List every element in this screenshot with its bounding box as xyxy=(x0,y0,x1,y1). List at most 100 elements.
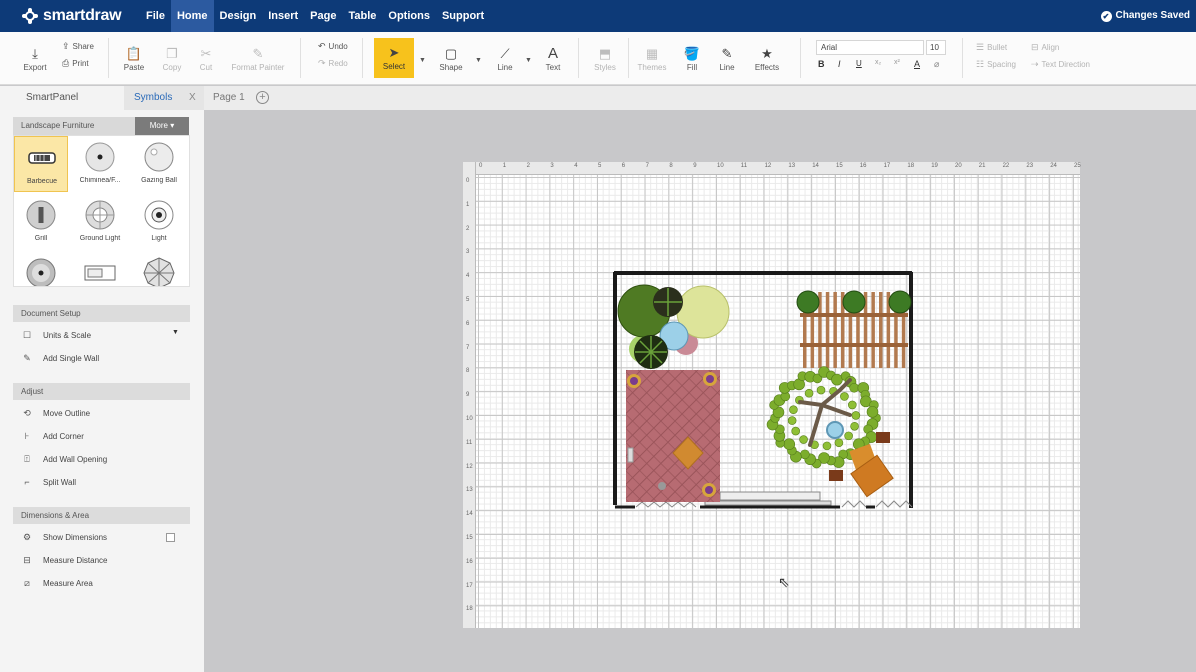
copy-button[interactable]: ❐ Copy xyxy=(157,32,187,85)
menu-insert[interactable]: Insert xyxy=(262,0,304,32)
measure-area-item[interactable]: ⧄ Measure Area xyxy=(20,576,93,590)
smart-panel: Landscape Furniture More ▾ Barbecue Chim… xyxy=(0,110,204,672)
ruler-tick-label: 18 xyxy=(466,606,473,613)
symbol-lamp[interactable] xyxy=(14,252,68,286)
ruler-tick-label: 21 xyxy=(978,163,986,169)
menu-home[interactable]: Home xyxy=(170,0,214,32)
ruler-tick-label: 0 xyxy=(479,163,483,169)
font-color-button[interactable]: A xyxy=(914,59,920,69)
units-scale-item[interactable]: ☐ Units & Scale xyxy=(20,328,91,342)
symbol-gazing-ball[interactable]: Gazing Ball xyxy=(132,136,186,192)
italic-button[interactable]: I xyxy=(838,59,841,69)
spacing-label: Spacing xyxy=(987,60,1016,69)
text-button[interactable]: A Text xyxy=(540,32,566,85)
line-icon: ⟋ xyxy=(500,45,510,61)
share-button[interactable]: ⇪ Share xyxy=(62,41,94,52)
ruler-tick-label: 16 xyxy=(466,558,473,565)
menu-support[interactable]: Support xyxy=(436,0,490,32)
cut-button[interactable]: ✂ Cut xyxy=(192,32,220,85)
measure-distance-item[interactable]: ⊟ Measure Distance xyxy=(20,553,107,567)
add-single-wall-item[interactable]: ✎ Add Single Wall xyxy=(20,351,99,365)
download-icon: ⤓ xyxy=(32,45,38,61)
shape-button[interactable]: ▢ Shape xyxy=(436,32,466,85)
ribbon-divider xyxy=(962,38,963,78)
drawing-page[interactable] xyxy=(463,162,1080,628)
menu-bar: smartdraw File Home Design Insert Page T… xyxy=(0,0,1196,32)
add-page-icon[interactable]: + xyxy=(256,91,269,104)
menu-table[interactable]: Table xyxy=(342,0,382,32)
add-wall-opening-item[interactable]: ⍐ Add Wall Opening xyxy=(20,452,107,466)
select-button[interactable]: ➤ Select xyxy=(374,38,414,78)
select-dropdown-icon[interactable]: ▼ xyxy=(419,57,426,64)
ribbon-divider xyxy=(578,38,579,78)
tab-page-1[interactable]: Page 1 xyxy=(205,86,251,110)
symbol-barbecue[interactable]: Barbecue xyxy=(14,136,68,192)
menu-design[interactable]: Design xyxy=(214,0,263,32)
square-icon: ▢ xyxy=(444,45,458,61)
star-icon: ★ xyxy=(761,45,773,61)
menu-options[interactable]: Options xyxy=(382,0,436,32)
line-style-button[interactable]: ✎ Line xyxy=(714,32,740,85)
ribbon-divider xyxy=(362,38,363,78)
redo-button[interactable]: ↷ Redo xyxy=(318,58,348,69)
more-button[interactable]: More ▾ xyxy=(135,117,189,135)
underline-button[interactable]: U xyxy=(856,59,862,68)
menu-page[interactable]: Page xyxy=(304,0,342,32)
styles-button[interactable]: ⬒ Styles xyxy=(590,32,620,85)
fill-label: Fill xyxy=(686,62,698,72)
superscript-button[interactable]: x² xyxy=(894,59,900,66)
text-direction-button[interactable]: ⇢ Text Direction xyxy=(1031,59,1090,70)
ruler-tick-label: 9 xyxy=(466,392,470,399)
fill-button[interactable]: 🪣 Fill xyxy=(680,32,704,85)
menu-file[interactable]: File xyxy=(140,0,171,32)
pointer-icon: ➤ xyxy=(388,45,400,60)
adjust-header: Adjust xyxy=(13,383,190,400)
format-painter-button[interactable]: ✎ Format Painter xyxy=(226,32,290,85)
symbol-umbrella[interactable] xyxy=(132,252,186,286)
move-outline-item[interactable]: ⟲ Move Outline xyxy=(20,406,90,420)
show-dimensions-checkbox[interactable] xyxy=(166,533,175,542)
subscript-button[interactable]: x₂ xyxy=(875,59,881,66)
undo-icon: ↶ xyxy=(318,41,326,51)
paste-button[interactable]: 📋 Paste xyxy=(119,32,149,85)
font-name-input[interactable]: Arial xyxy=(816,40,924,55)
clear-format-button[interactable]: ⌀ xyxy=(934,59,939,70)
spacing-button[interactable]: ☷ Spacing xyxy=(976,59,1016,70)
print-button[interactable]: ⎙ Print xyxy=(62,58,89,69)
undo-button[interactable]: ↶ Undo xyxy=(318,41,348,52)
symbol-ground-light[interactable]: Ground Light xyxy=(73,194,127,250)
effects-button[interactable]: ★ Effects xyxy=(750,32,784,85)
show-dimensions-item[interactable]: ⚙ Show Dimensions xyxy=(20,530,107,544)
export-button[interactable]: ⤓ Export xyxy=(20,32,50,85)
align-button[interactable]: ⊟ Align xyxy=(1031,42,1059,53)
measure-distance-label: Measure Distance xyxy=(43,555,108,565)
bench-icon xyxy=(84,265,116,281)
cut-label: Cut xyxy=(199,62,213,72)
logo[interactable]: smartdraw xyxy=(22,6,122,26)
symbol-light[interactable]: Light xyxy=(132,194,186,250)
themes-button[interactable]: ▦ Themes xyxy=(634,32,670,85)
symbol-grill[interactable]: Grill xyxy=(14,194,68,250)
ruler-tick-label: 25 xyxy=(1074,163,1081,169)
save-status: ✔ Changes Saved xyxy=(1100,0,1190,32)
line-dropdown-icon[interactable]: ▼ xyxy=(525,57,532,64)
shape-dropdown-icon[interactable]: ▼ xyxy=(475,57,482,64)
split-wall-item[interactable]: ⌐ Split Wall xyxy=(20,475,76,489)
copy-label: Copy xyxy=(162,62,182,72)
close-icon[interactable]: X xyxy=(189,86,196,110)
font-size-input[interactable]: 10 xyxy=(926,40,946,55)
symbol-chiminea[interactable]: Chiminea/F... xyxy=(73,136,127,192)
bullet-button[interactable]: ☰ Bullet xyxy=(976,42,1007,53)
ruler-tick-label: 5 xyxy=(598,163,602,169)
ruler-tick-label: 1 xyxy=(466,201,470,208)
tab-smartpanel[interactable]: SmartPanel xyxy=(0,86,124,110)
ruler-tick-label: 15 xyxy=(836,163,843,169)
units-dropdown-icon[interactable]: ▼ xyxy=(172,329,179,336)
horizontal-ruler: 0 1 2 3 4 5 6 7 8 9 10 11 12 13 14 15 16 17 18 19 20 21 22 23 24… xyxy=(463,162,1081,175)
symbol-bench[interactable] xyxy=(73,252,127,286)
bold-button[interactable]: B xyxy=(818,59,825,69)
line-tool-button[interactable]: ⟋ Line xyxy=(492,32,518,85)
add-corner-item[interactable]: ⊦ Add Corner xyxy=(20,429,84,443)
library-name: Landscape Furniture xyxy=(13,117,135,135)
ruler-tick-label: 17 xyxy=(883,163,891,169)
